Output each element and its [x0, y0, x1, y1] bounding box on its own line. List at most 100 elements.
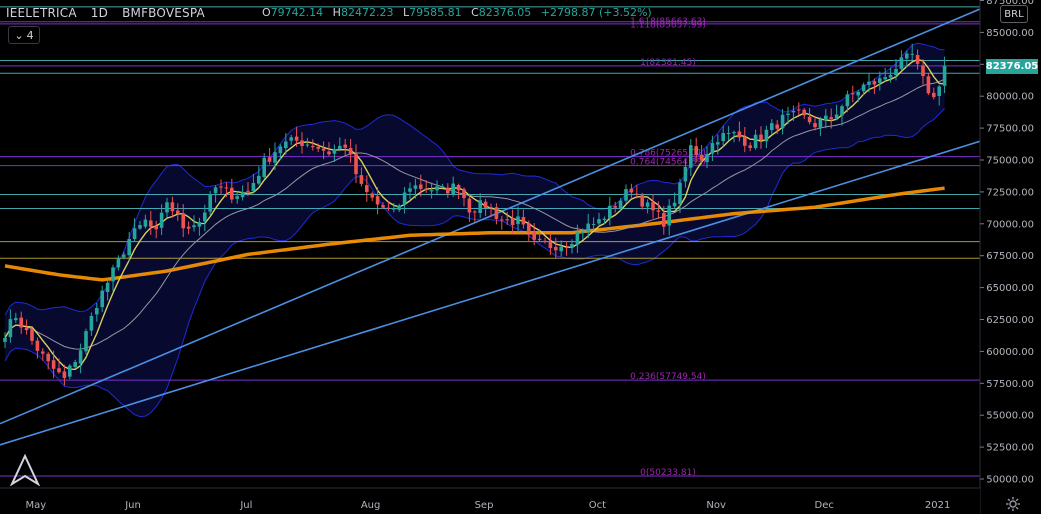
- candle-body: [861, 84, 866, 92]
- currency-button[interactable]: BRL: [1000, 5, 1028, 23]
- candle-body: [224, 187, 229, 189]
- candle-body: [429, 190, 434, 192]
- candle-body: [878, 78, 882, 83]
- candle-body: [402, 192, 407, 206]
- candle-body: [408, 188, 412, 192]
- candle-body: [246, 190, 250, 192]
- price-axis-label: 85000.00: [986, 28, 1034, 39]
- candle-body: [440, 186, 445, 188]
- candle-body: [219, 186, 223, 188]
- candle-body: [41, 351, 45, 354]
- candle-body: [683, 166, 688, 182]
- candle-body: [915, 55, 920, 64]
- price-axis-label: 50000.00: [986, 475, 1034, 486]
- candle-body: [132, 228, 137, 240]
- currency-label: BRL: [1004, 8, 1024, 20]
- candle-body: [267, 157, 272, 162]
- candle-body: [354, 153, 358, 175]
- candle-body: [564, 247, 569, 249]
- candle-body: [678, 182, 682, 204]
- candle-body: [618, 200, 623, 209]
- candle-body: [516, 216, 520, 225]
- candle-body: [424, 188, 428, 191]
- candle-body: [764, 129, 769, 142]
- candle-body: [883, 77, 887, 80]
- tradingview-logo-icon[interactable]: [10, 454, 40, 486]
- candle-body: [235, 196, 239, 199]
- candle-body: [602, 218, 607, 221]
- candle-body: [780, 114, 785, 129]
- candle-body: [300, 140, 304, 146]
- candle-body: [926, 76, 931, 94]
- candle-body: [672, 202, 677, 207]
- candle-body: [165, 202, 169, 213]
- candle-body: [138, 225, 142, 229]
- candle-body: [186, 226, 191, 229]
- close-label: C: [471, 6, 479, 19]
- candle-body: [629, 188, 634, 193]
- candle-body: [327, 151, 331, 155]
- open-value: 79742.14: [270, 6, 324, 19]
- candle-body: [699, 154, 704, 161]
- candle-body: [473, 211, 477, 213]
- candle-body: [505, 219, 509, 221]
- fib-level-label: 0.764(74564.39): [630, 158, 706, 168]
- candle-body: [759, 134, 763, 140]
- candle-body: [127, 238, 131, 256]
- candle-body: [802, 109, 806, 116]
- fib-level-label: 0.236(57749.54): [630, 372, 706, 382]
- time-axis-label: Oct: [589, 500, 606, 511]
- symbol-header[interactable]: IEELETRICA 1D BMFBOVESPA: [6, 6, 215, 20]
- indicator-count: 4: [26, 28, 34, 42]
- candle-body: [397, 205, 401, 210]
- candle-body: [284, 141, 288, 149]
- high-label: H: [332, 6, 341, 19]
- settings-gear-icon[interactable]: [1005, 496, 1021, 512]
- candle-body: [46, 353, 50, 362]
- candle-body: [521, 217, 526, 225]
- candle-body: [494, 207, 499, 219]
- candle-body: [543, 240, 547, 243]
- candle-body: [845, 94, 850, 107]
- candle-body: [635, 193, 639, 195]
- candle-body: [208, 194, 212, 212]
- candle-body: [149, 220, 153, 227]
- price-axis-label: 55000.00: [986, 411, 1034, 422]
- candle-body: [554, 246, 558, 251]
- candle-body: [370, 193, 374, 198]
- candle-body: [154, 225, 158, 230]
- candle-body: [332, 149, 337, 154]
- price-chart[interactable]: 1.618(85663.63)1.118(85837.99)1(82381.45…: [0, 0, 1041, 514]
- candle-body: [732, 132, 736, 134]
- candle-body: [613, 206, 617, 208]
- candle-body: [365, 185, 369, 193]
- candle-body: [68, 365, 72, 377]
- candle-body: [143, 219, 148, 227]
- price-axis-label: 60000.00: [986, 347, 1034, 358]
- last-price-tag: 82376.05: [986, 59, 1038, 74]
- low-value: 79585.81: [409, 6, 462, 19]
- price-axis-label: 62500.00: [986, 315, 1034, 326]
- fib-level-label: 1(82381.45): [640, 58, 696, 68]
- candle-body: [942, 65, 947, 86]
- price-axis-label: 75000.00: [986, 156, 1034, 167]
- candle-body: [786, 113, 790, 115]
- candle-body: [537, 238, 542, 240]
- price-axis-label: 67500.00: [986, 251, 1034, 262]
- candle-body: [586, 223, 590, 232]
- candle-body: [710, 143, 715, 154]
- change-value: +2798.87 (+3.52%): [540, 6, 652, 19]
- candle-body: [921, 65, 925, 77]
- candle-body: [289, 137, 293, 141]
- candle-body: [834, 114, 839, 119]
- price-axis-label: 77500.00: [986, 124, 1034, 135]
- indicators-toggle-button[interactable]: ⌄ 4: [8, 26, 40, 44]
- candle-body: [386, 207, 391, 209]
- candle-body: [419, 184, 423, 189]
- candle-body: [467, 198, 472, 213]
- price-axis-label: 70000.00: [986, 219, 1034, 230]
- candle-body: [105, 282, 110, 292]
- candle-body: [716, 142, 720, 145]
- candle-body: [753, 134, 758, 149]
- candle-body: [305, 144, 310, 146]
